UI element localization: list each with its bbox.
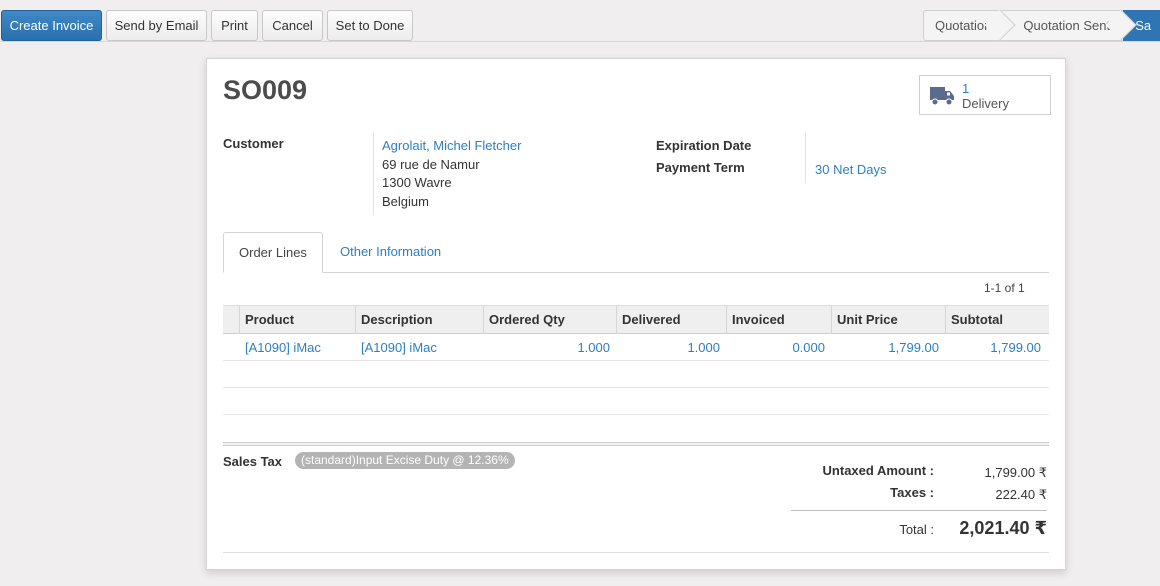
table-row-empty	[223, 388, 1049, 415]
control-panel: Create Invoice Send by Email Print Cance…	[0, 0, 1160, 42]
cell-ordered-qty[interactable]: 1.000	[483, 334, 610, 361]
cell-invoiced[interactable]: 0.000	[726, 334, 825, 361]
tab-order-lines[interactable]: Order Lines	[223, 232, 323, 273]
status-step-quotation-sent[interactable]: Quotation Sent	[1002, 9, 1137, 41]
cell-product[interactable]: [A1090] iMac	[245, 334, 321, 361]
customer-address-street: 69 rue de Namur	[382, 156, 480, 172]
untaxed-amount-label: Untaxed Amount :	[822, 463, 934, 478]
create-invoice-button[interactable]: Create Invoice	[1, 10, 102, 41]
tab-other-information[interactable]: Other Information	[322, 232, 459, 273]
column-header-subtotal[interactable]: Subtotal	[945, 306, 1049, 334]
delivery-smart-button[interactable]: 1 Delivery	[919, 75, 1051, 115]
set-to-done-button[interactable]: Set to Done	[327, 10, 413, 41]
status-bar: Quotation Quotation Sent Sa	[923, 9, 1160, 41]
column-header-unit-price[interactable]: Unit Price	[831, 306, 945, 334]
cancel-button[interactable]: Cancel	[262, 10, 323, 41]
table-header: Product Description Ordered Qty Delivere…	[223, 305, 1049, 334]
customer-link[interactable]: Agrolait, Michel Fletcher	[382, 137, 521, 156]
column-header-invoiced[interactable]: Invoiced	[726, 306, 831, 334]
table-row-empty	[223, 361, 1049, 388]
table-row-empty	[223, 415, 1049, 442]
tax-tag[interactable]: (standard)Input Excise Duty @ 12.36%	[295, 452, 515, 469]
delivery-label: Delivery	[962, 96, 1009, 111]
customer-address-city: 1300 Wavre	[382, 175, 452, 190]
taxes-label: Taxes :	[890, 485, 934, 500]
form-sheet: SO009 1 Delivery Customer Agrolait, Mich…	[206, 58, 1066, 570]
truck-icon	[930, 86, 954, 109]
expiration-date-label: Expiration Date	[656, 138, 752, 153]
table-row[interactable]: [A1090] iMac [A1090] iMac 1.000 1.000 0.…	[223, 334, 1049, 361]
column-header-description[interactable]: Description	[355, 306, 483, 334]
totals-divider	[791, 510, 1047, 511]
payment-term-link[interactable]: 30 Net Days	[815, 161, 887, 180]
status-step-quotation[interactable]: Quotation	[923, 9, 1016, 41]
cell-unit-price[interactable]: 1,799.00	[831, 334, 939, 361]
column-header-product[interactable]: Product	[239, 306, 355, 334]
status-step-label: Quotation Sent	[1023, 18, 1111, 33]
taxes-value: 222.40 ₹	[995, 487, 1047, 502]
payment-term-label: Payment Term	[656, 160, 745, 175]
table-footer	[223, 442, 1049, 446]
order-lines-table: Product Description Ordered Qty Delivere…	[223, 305, 1049, 446]
status-step-label: Quotation	[934, 18, 992, 33]
cell-description[interactable]: [A1090] iMac	[361, 334, 437, 361]
customer-address-country: Belgium	[382, 193, 429, 209]
total-value: 2,021.40 ₹	[959, 518, 1047, 538]
field-divider	[805, 133, 806, 183]
cell-delivered[interactable]: 1.000	[616, 334, 720, 361]
notebook-tabs: Order Lines Other Information	[223, 232, 1049, 273]
sheet-bottom-divider	[223, 552, 1049, 553]
column-header-ordered-qty[interactable]: Ordered Qty	[483, 306, 616, 334]
field-divider	[373, 133, 374, 215]
print-button[interactable]: Print	[211, 10, 258, 41]
status-step-label: Sa	[1135, 18, 1152, 33]
untaxed-amount-value: 1,799.00 ₹	[984, 465, 1048, 480]
customer-label: Customer	[223, 136, 284, 151]
pager[interactable]: 1-1 of 1	[984, 281, 1025, 295]
delivery-count: 1	[962, 81, 970, 96]
send-by-email-button[interactable]: Send by Email	[106, 10, 207, 41]
column-header-delivered[interactable]: Delivered	[616, 306, 726, 334]
sales-tax-label: Sales Tax	[223, 454, 283, 469]
page-title: SO009	[223, 75, 308, 105]
cell-subtotal[interactable]: 1,799.00	[945, 334, 1041, 361]
